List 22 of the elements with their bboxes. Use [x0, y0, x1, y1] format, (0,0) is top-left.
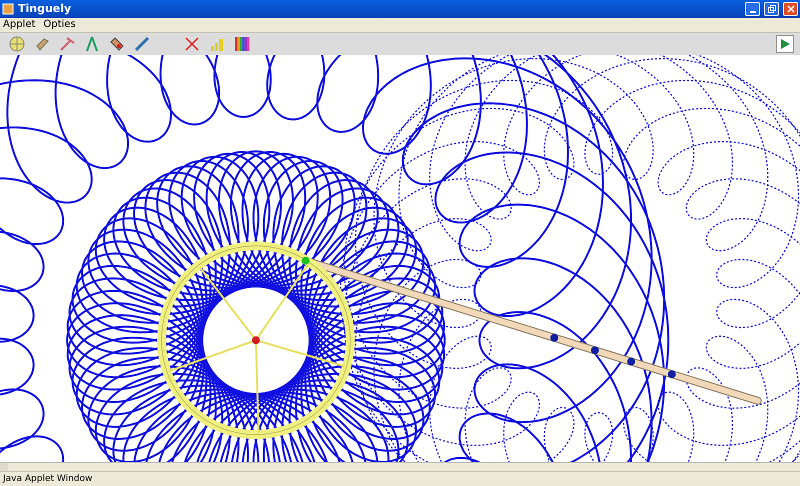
menu-item[interactable]: Opties: [43, 19, 76, 30]
restore-icon: [768, 4, 776, 13]
minimize-button[interactable]: [745, 2, 760, 16]
close-icon: [786, 4, 794, 13]
restore-button[interactable]: [764, 2, 779, 16]
status-text: Java Applet Window: [3, 474, 92, 484]
close-button[interactable]: [783, 2, 798, 16]
compass-icon: [84, 36, 100, 52]
tag-icon: [34, 36, 50, 52]
app-icon: [2, 2, 14, 15]
pen-icon: [134, 36, 150, 52]
eraser-icon: [108, 36, 124, 52]
play-button[interactable]: [776, 34, 794, 53]
cross-icon: [184, 36, 200, 52]
window-title: Tinguely: [18, 2, 72, 16]
pick-icon: [58, 36, 74, 52]
color-strips-icon: [234, 36, 250, 52]
wheel-icon: [8, 36, 24, 52]
play-icon: [780, 38, 790, 49]
menu-item[interactable]: Applet: [3, 19, 36, 30]
minimize-icon: [750, 10, 756, 13]
horizontal-scrollbar[interactable]: [0, 462, 800, 472]
